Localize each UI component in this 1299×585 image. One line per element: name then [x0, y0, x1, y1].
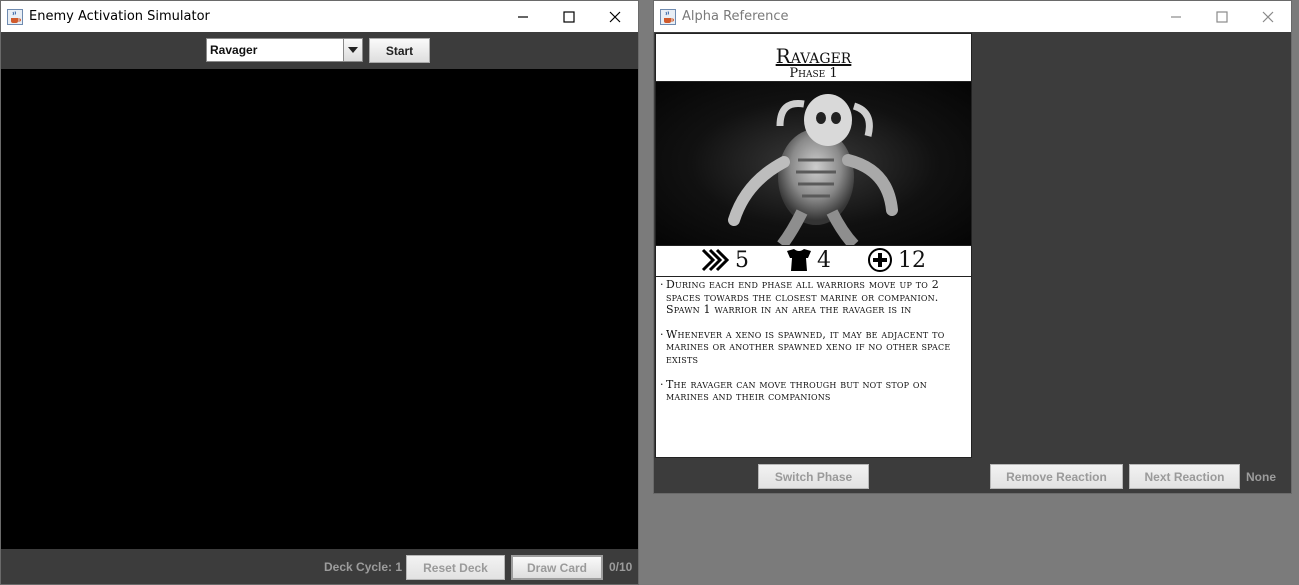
java-coffee-icon [7, 8, 23, 25]
card-name: Ravager [775, 44, 852, 68]
next-reaction-button[interactable]: Next Reaction [1129, 464, 1240, 489]
reference-titlebar[interactable]: Alpha Reference [654, 1, 1291, 32]
reference-title: Alpha Reference [682, 9, 789, 24]
switch-phase-button[interactable]: Switch Phase [758, 464, 869, 489]
card-phase: Phase 1 [789, 66, 838, 81]
health-cross-icon [868, 248, 892, 272]
maximize-button[interactable] [546, 1, 592, 32]
chevron-down-icon [348, 47, 358, 53]
ravager-figure-icon [728, 94, 898, 245]
close-button[interactable] [1245, 1, 1291, 32]
start-button[interactable]: Start [369, 38, 430, 63]
maximize-icon [1216, 10, 1228, 23]
simulator-window: Enemy Activation Simulator Ravager Start… [0, 0, 639, 585]
deck-cycle-label: Deck Cycle: 1 [324, 560, 403, 574]
deck-count: 0/10 [609, 560, 633, 574]
reset-deck-button[interactable]: Reset Deck [406, 555, 505, 580]
draw-card-button[interactable]: Draw Card [511, 555, 603, 580]
simulator-title: Enemy Activation Simulator [29, 9, 210, 24]
ravager-image [656, 81, 971, 246]
remove-reaction-button[interactable]: Remove Reaction [990, 464, 1123, 489]
maximize-button[interactable] [1199, 1, 1245, 32]
maximize-icon [563, 10, 575, 23]
ability-3: · The ravager can move through but not s… [660, 377, 927, 404]
minimize-button[interactable] [1153, 1, 1199, 32]
java-coffee-icon [660, 8, 676, 25]
move-stat: 5 [735, 247, 749, 273]
minimize-icon [1171, 15, 1181, 18]
enemy-select[interactable]: Ravager [206, 38, 363, 62]
armor-vest-icon [787, 249, 811, 271]
reaction-status: None [1246, 470, 1276, 484]
reference-window: Alpha Reference Ravager Phase 1 5 4 12 ·… [653, 0, 1292, 494]
ability-2: · Whenever a xeno is spawned, it may be … [660, 327, 951, 366]
close-icon [1262, 11, 1274, 22]
minimize-button[interactable] [500, 1, 546, 32]
armor-stat: 4 [817, 247, 831, 273]
close-icon [609, 11, 621, 22]
enemy-select-arrow[interactable] [343, 39, 362, 61]
enemy-select-value: Ravager [210, 43, 258, 57]
close-button[interactable] [592, 1, 638, 32]
minimize-icon [518, 15, 528, 18]
health-stat: 12 [898, 247, 926, 273]
card-abilities: · During each end phase all warriors mov… [660, 278, 966, 404]
card-stats: 5 4 12 [656, 244, 971, 277]
speed-chevrons-icon [701, 248, 730, 272]
ability-1: · During each end phase all warriors mov… [660, 278, 939, 317]
simulator-titlebar[interactable]: Enemy Activation Simulator [1, 1, 638, 32]
reference-card: Ravager Phase 1 5 4 12 · During each end… [655, 33, 972, 458]
activation-canvas [1, 69, 638, 549]
